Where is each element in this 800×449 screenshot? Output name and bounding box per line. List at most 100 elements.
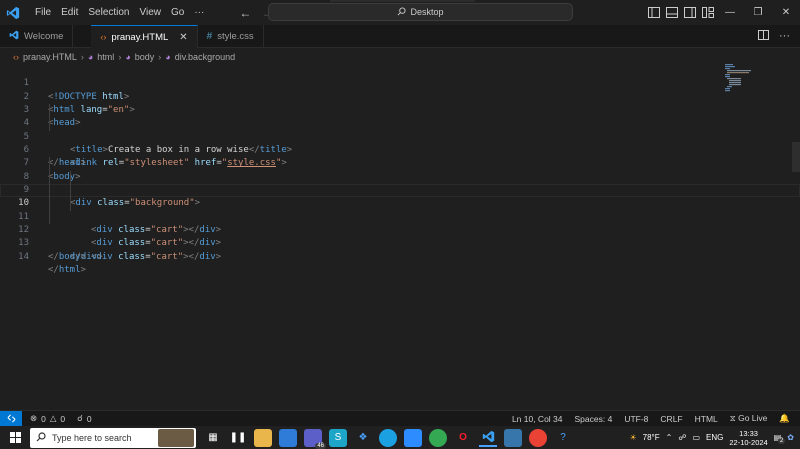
close-window-icon[interactable]: ✕	[772, 7, 800, 18]
code-line-current[interactable]: 10 <div class="cart"></div>	[0, 184, 800, 248]
line-ending[interactable]: CRLF	[660, 414, 682, 424]
code-line[interactable]: 5 <link rel="stylesheet" href="style.css…	[0, 117, 800, 168]
language-mode[interactable]: HTML	[695, 414, 718, 424]
more-actions-icon[interactable]: ···	[779, 30, 790, 42]
line-content: </body>	[48, 251, 86, 262]
breadcrumb-html[interactable]: html	[97, 52, 114, 62]
status-right: Ln 10, Col 34 Spaces: 4 UTF-8 CRLF HTML …	[512, 413, 800, 424]
cursor-position[interactable]: Ln 10, Col 34	[512, 414, 563, 424]
restore-icon[interactable]: ❐	[744, 7, 772, 18]
code-editor[interactable]: 1 <!DOCTYPE html> 2 <html lang="en"> 3 <…	[0, 64, 800, 410]
system-tray: ☀ 78°F ⌃ ☍ ▭ ENG 13:33 22-10-2024 ▤ 2 ✿	[629, 429, 800, 447]
indentation[interactable]: Spaces: 4	[575, 414, 613, 424]
warning-count: 0	[60, 413, 66, 424]
app-s-icon[interactable]: S	[329, 428, 347, 447]
split-editor-icon[interactable]	[758, 29, 769, 43]
input-language[interactable]: ENG	[706, 433, 723, 442]
breadcrumb-body[interactable]: body	[135, 52, 155, 62]
menu-go[interactable]: Go	[166, 0, 189, 25]
breadcrumb-file[interactable]: pranay.HTML	[23, 52, 77, 62]
file-explorer-icon[interactable]	[254, 428, 272, 447]
vscode-taskbar-icon[interactable]	[479, 429, 497, 447]
indent-guide	[49, 197, 50, 211]
task-view-icon[interactable]: ▦	[204, 429, 222, 447]
code-line[interactable]: 1 <!DOCTYPE html>	[0, 64, 800, 101]
code-line[interactable]: 12 </div>	[0, 210, 800, 262]
python-icon[interactable]	[504, 428, 522, 447]
line-content: </html>	[48, 265, 86, 276]
line-number: 14	[18, 251, 29, 262]
tab-label: Welcome	[24, 31, 64, 42]
code-line[interactable]: 7 <body>	[0, 144, 800, 181]
menu-edit[interactable]: Edit	[56, 0, 83, 25]
customize-layout-icon[interactable]	[702, 7, 714, 18]
code-line[interactable]: 4 <title>Create a box in a row wise</tit…	[0, 104, 800, 155]
window-controls: — ❐ ✕	[716, 0, 800, 25]
indent-guide	[70, 170, 71, 185]
code-line[interactable]: 3 <head>	[0, 91, 800, 128]
editor-tabs: Welcome ‹› pranay.HTML ✕ # style.css ···	[0, 25, 800, 48]
vscode-logo-icon	[2, 0, 24, 25]
toggle-primary-sidebar-icon[interactable]	[648, 7, 660, 18]
weather-temp[interactable]: 78°F	[643, 433, 660, 442]
error-count: 0	[41, 413, 46, 424]
indent-guide	[70, 184, 71, 198]
remote-indicator-icon[interactable]	[0, 410, 22, 427]
opera-icon[interactable]: O	[454, 429, 472, 447]
title-accent	[330, 0, 475, 2]
chevron-right-icon: ›	[118, 51, 122, 62]
toggle-panel-icon[interactable]	[666, 7, 678, 18]
clock[interactable]: 13:33 22-10-2024	[729, 429, 767, 447]
code-line[interactable]: 13 </body>	[0, 224, 800, 261]
microsoft-store-icon[interactable]	[279, 428, 297, 447]
chrome-profile-icon[interactable]	[529, 428, 547, 447]
code-line[interactable]: 14 </html>	[0, 237, 800, 275]
breadcrumb-div[interactable]: div.background	[175, 52, 235, 62]
code-line[interactable]: 8 <div class="background">	[0, 157, 800, 208]
notifications-bell-icon[interactable]: 🔔	[779, 413, 790, 424]
vertical-scrollbar[interactable]	[792, 142, 800, 172]
ports-icon: ☌	[77, 413, 83, 423]
weather-icon[interactable]: ☀	[629, 433, 636, 442]
encoding[interactable]: UTF-8	[624, 414, 648, 424]
menu-view[interactable]: View	[135, 0, 167, 25]
windows-start-icon[interactable]	[0, 426, 30, 449]
minimap[interactable]	[725, 64, 785, 94]
copilot-icon[interactable]: ✿	[787, 433, 794, 442]
code-line[interactable]: 2 <html lang="en">	[0, 77, 800, 115]
close-icon[interactable]: ✕	[179, 32, 187, 43]
zoom-icon[interactable]	[404, 428, 422, 447]
menu-more[interactable]: ···	[189, 0, 209, 25]
chrome-icon[interactable]	[429, 428, 447, 447]
menu-selection[interactable]: Selection	[83, 0, 134, 25]
widgets-icon[interactable]: ❚❚	[229, 429, 247, 447]
code-line[interactable]: 9 <div class="cart"></div>	[0, 170, 800, 235]
taskbar-search-input[interactable]: Type here to search	[30, 427, 196, 448]
minimize-icon[interactable]: —	[716, 7, 744, 18]
command-center-search[interactable]: Desktop	[268, 3, 573, 21]
device-icon[interactable]: ☍	[678, 433, 686, 442]
back-arrow-icon[interactable]: ←	[239, 6, 251, 20]
battery-icon[interactable]: ▭	[692, 433, 700, 442]
chevron-right-icon: ›	[158, 51, 162, 62]
edge-icon[interactable]	[379, 428, 397, 447]
html-icon: ‹›	[13, 51, 19, 62]
menu-file[interactable]: File	[30, 0, 56, 25]
dropbox-icon[interactable]: ❖	[354, 429, 372, 447]
code-line[interactable]: 6 </head>	[0, 131, 800, 168]
go-live-button[interactable]: ⧖ Go Live	[730, 413, 768, 424]
teams-icon[interactable]: 46	[304, 428, 326, 449]
line-content: <div class="cart"></div>	[91, 251, 222, 262]
notification-center-icon[interactable]: ▤ 2	[774, 433, 786, 444]
tab-pranay-html[interactable]: ‹› pranay.HTML ✕	[91, 25, 198, 48]
indent-guide	[49, 184, 50, 198]
symbol-icon: ◕	[87, 51, 94, 62]
chevron-up-icon[interactable]: ⌃	[666, 433, 673, 442]
help-icon[interactable]: ?	[554, 429, 572, 447]
code-line[interactable]: 11 <div class="cart"></div>	[0, 197, 800, 262]
problems-indicator[interactable]: ⊗ 0 △ 0 ☌ 0	[30, 413, 92, 424]
tab-style-css[interactable]: # style.css	[198, 25, 264, 48]
toggle-secondary-sidebar-icon[interactable]	[684, 7, 696, 18]
tab-welcome[interactable]: Welcome	[0, 25, 74, 48]
taskbar-search-placeholder: Type here to search	[52, 432, 132, 443]
